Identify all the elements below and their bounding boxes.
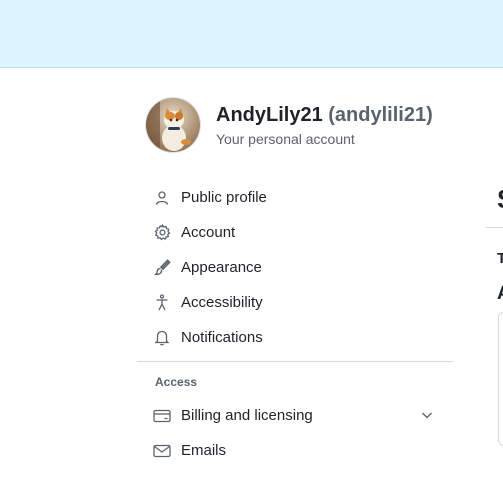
- nav-item-accessibility[interactable]: Accessibility: [137, 285, 453, 320]
- chevron-down-icon[interactable]: [419, 407, 435, 423]
- nav-item-label: Emails: [181, 442, 227, 459]
- nav-item-appearance[interactable]: Appearance: [137, 250, 453, 285]
- nav-item-emails[interactable]: Emails: [137, 433, 453, 468]
- main-box-clipped: [498, 312, 503, 446]
- nav-item-account[interactable]: Account: [137, 215, 453, 250]
- paintbrush-icon: [153, 259, 171, 277]
- nav-item-label: Accessibility: [181, 294, 263, 311]
- nav-item-label: Billing and licensing: [181, 407, 313, 424]
- section-heading-access: Access: [155, 375, 198, 389]
- nav-item-label: Appearance: [181, 259, 262, 276]
- nav-item-label: Public profile: [181, 189, 267, 206]
- nav-item-public-profile[interactable]: Public profile: [137, 180, 453, 215]
- account-login: (andylili21): [328, 104, 433, 126]
- avatar[interactable]: [146, 98, 200, 152]
- cat-avatar-image: [146, 98, 200, 152]
- account-header: AndyLily21 (andylili21) Your personal ac…: [146, 98, 433, 152]
- display-name[interactable]: AndyLily21: [216, 104, 323, 126]
- main-text-clipped: T: [497, 250, 503, 267]
- bell-icon: [153, 329, 171, 347]
- main-subheading-clipped: A: [497, 283, 503, 305]
- main-divider-clipped: [486, 227, 503, 228]
- nav-item-notifications[interactable]: Notifications: [137, 320, 453, 355]
- nav-item-label: Notifications: [181, 329, 263, 346]
- account-text: AndyLily21 (andylili21) Your personal ac…: [216, 101, 433, 149]
- account-name: AndyLily21 (andylili21): [216, 101, 433, 129]
- mail-icon: [153, 442, 171, 460]
- main-heading-clipped: S: [497, 184, 503, 215]
- nav-item-billing-and-licensing[interactable]: Billing and licensing: [137, 398, 453, 433]
- credit-card-icon: [153, 407, 171, 425]
- person-icon: [153, 189, 171, 207]
- account-subtitle: Your personal account: [216, 131, 355, 147]
- accessibility-icon: [153, 294, 171, 312]
- nav-item-label: Account: [181, 224, 236, 241]
- settings-sidebar-nav: Public profile Account Appearance Access…: [137, 180, 453, 468]
- gear-icon: [153, 224, 171, 242]
- top-banner: [0, 0, 503, 68]
